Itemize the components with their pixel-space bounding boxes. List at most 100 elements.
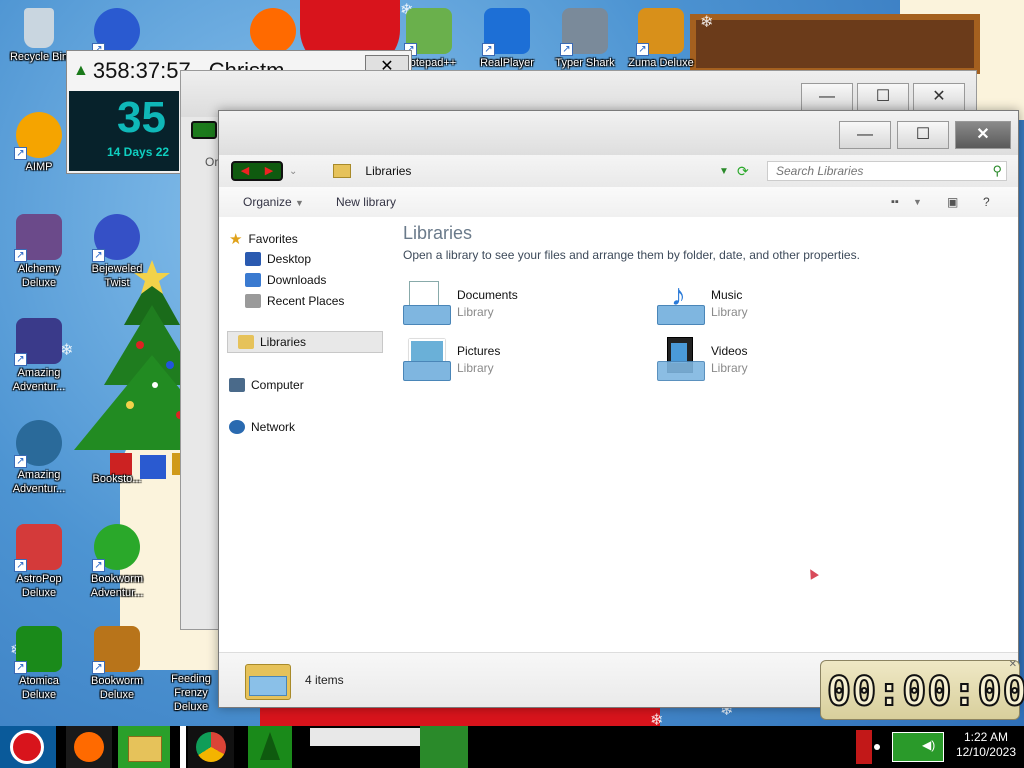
search-input[interactable] — [774, 162, 978, 180]
tree-small-icon: ▲ — [73, 62, 89, 79]
digital-clock-widget[interactable]: 00:00:00 ✕ — [820, 659, 1024, 720]
nav-desktop-label: Desktop — [267, 252, 312, 266]
desktop-icon-aimp[interactable]: ↗ AIMP — [2, 112, 76, 174]
back-window-close-button[interactable]: ✕ — [913, 83, 965, 111]
taskbar-blank-window[interactable] — [180, 726, 186, 768]
desktop-icon-label: Bookworm Adventur... — [90, 573, 144, 599]
taskbar-app-2[interactable] — [420, 726, 468, 768]
view-dropdown-icon[interactable]: ▼ — [913, 197, 922, 207]
clock-time: 1:22 AM — [963, 730, 1008, 744]
desktop-icon-firefox[interactable] — [236, 8, 310, 56]
desktop-icon-zuma[interactable]: ↗ Zuma Deluxe — [624, 8, 698, 70]
back-button[interactable]: ◀ — [233, 163, 257, 179]
clock-widget-close-icon[interactable]: ✕ — [1009, 659, 1017, 670]
nav-computer-label: Computer — [251, 378, 304, 392]
desktop-icon-realplayer[interactable]: ↗ RealPlayer — [470, 8, 544, 70]
desktop-icon-amazing-adventures-2[interactable]: ↗ Amazing Adventur... — [2, 420, 76, 496]
taskbar-chrome[interactable] — [188, 726, 234, 768]
view-options-icon[interactable]: ▪▪ — [891, 196, 899, 208]
recycle-bin-icon-image — [24, 8, 54, 48]
address-dropdown-icon[interactable]: ▼ — [719, 166, 729, 177]
countdown-big-number: 35 — [117, 93, 166, 142]
downloads-icon — [245, 273, 261, 287]
library-pictures[interactable]: Pictures Library — [403, 335, 643, 383]
nav-desktop[interactable]: Desktop — [245, 249, 311, 269]
shortcut-arrow-icon: ↗ — [92, 661, 105, 674]
library-music[interactable]: ♪ Music Library — [657, 279, 897, 327]
atomica-icon: ↗ — [14, 626, 62, 674]
search-icon[interactable]: ⚲ — [992, 163, 1002, 179]
library-kind: Library — [711, 304, 748, 319]
libraries-heading: Libraries — [403, 223, 473, 243]
preview-pane-icon[interactable]: ▣ — [947, 195, 958, 209]
desktop-icon-bookworm-adventures[interactable]: ↗ Bookworm Adventur... — [80, 524, 154, 600]
nav-recent-places-label: Recent Places — [267, 294, 345, 308]
nav-downloads-label: Downloads — [267, 273, 327, 287]
desktop-icon-bookworm[interactable]: ↗ Bookworm Deluxe — [80, 626, 154, 702]
desktop-icon-label: Recycle Bin — [9, 51, 69, 63]
back-window-nav-button[interactable] — [191, 121, 217, 139]
taskbar-christmas-app[interactable] — [248, 726, 292, 768]
desktop-icon-label: Amazing Adventur... — [12, 469, 66, 495]
explorer-titlebar[interactable]: — ☐ ✕ — [219, 111, 1018, 155]
desktop-icon-bookstore[interactable]: Booksto... — [80, 472, 154, 486]
organize-button[interactable]: Organize ▼ — [233, 195, 314, 209]
recycle-bin-icon[interactable]: Recycle Bin — [2, 8, 76, 64]
close-button[interactable]: ✕ — [955, 121, 1011, 149]
nav-recent-places[interactable]: Recent Places — [245, 291, 344, 311]
desktop-icon-label: RealPlayer — [480, 57, 534, 69]
shortcut-arrow-icon: ↗ — [560, 43, 573, 56]
back-window-minimize-button[interactable]: — — [801, 83, 853, 111]
shortcut-arrow-icon: ↗ — [92, 559, 105, 572]
explorer-body: ★ Favorites Desktop Downloads Recent Pla… — [219, 217, 1018, 653]
library-name: Videos — [711, 343, 748, 358]
refresh-icon[interactable]: ⟳ — [737, 163, 749, 180]
content-pane: Libraries Open a library to see your fil… — [387, 217, 1018, 653]
taskbar-clock[interactable]: 1:22 AM 12/10/2023 — [956, 730, 1016, 760]
maximize-button[interactable]: ☐ — [897, 121, 949, 149]
new-library-button[interactable]: New library — [326, 195, 406, 209]
library-name: Pictures — [457, 343, 501, 358]
game-icon: ↗ — [92, 8, 140, 56]
tray-red-block[interactable] — [856, 730, 872, 764]
desktop-icon-label: Amazing Adventur... — [12, 367, 66, 393]
astropop-icon: ↗ — [14, 524, 62, 572]
start-button[interactable] — [0, 726, 56, 768]
nav-buttons: ◀ ▶ — [231, 161, 283, 181]
library-videos[interactable]: Videos Library — [657, 335, 897, 383]
desktop-icon-typer-shark[interactable]: ↗ Typer Shark — [548, 8, 622, 70]
chrome-icon — [196, 732, 226, 762]
countdown-timer: 358:37:57 — [92, 58, 191, 83]
help-button[interactable]: ? — [983, 195, 990, 209]
nav-network[interactable]: Network — [229, 417, 295, 437]
desktop-icon-atomica[interactable]: ↗ Atomica Deluxe — [2, 626, 76, 702]
desktop-icon-bejeweled[interactable]: ↗ Bejeweled Twist — [80, 214, 154, 290]
desktop-icon-alchemy[interactable]: ↗ Alchemy Deluxe — [2, 214, 76, 290]
library-documents[interactable]: Documents Library — [403, 279, 643, 327]
nav-libraries[interactable]: Libraries — [227, 331, 383, 353]
search-box[interactable]: ⚲ — [767, 161, 1007, 181]
clock-date: 12/10/2023 — [955, 745, 1016, 759]
nav-downloads[interactable]: Downloads — [245, 270, 326, 290]
desktop-icon-amazing-adventures[interactable]: ↗ Amazing Adventur... — [2, 318, 76, 394]
desktop-icon-label: Atomica Deluxe — [19, 675, 59, 701]
taskbar-explorer[interactable] — [118, 726, 170, 768]
nav-computer[interactable]: Computer — [229, 375, 304, 395]
desktop-icon-feeding-frenzy[interactable]: Feeding Frenzy Deluxe — [158, 672, 224, 714]
minimize-button[interactable]: — — [839, 121, 891, 149]
computer-icon — [229, 378, 245, 392]
recent-pages-dropdown-icon[interactable]: ⌄ — [289, 166, 297, 177]
breadcrumb-libraries[interactable]: Libraries — [365, 164, 411, 178]
tray-network-icon[interactable] — [892, 732, 944, 762]
explorer-window[interactable]: — ☐ ✕ ◀ ▶ ⌄ Libraries ▼ ⟳ ⚲ Organize ▼ N… — [218, 110, 1019, 708]
desktop-icon-astropop[interactable]: ↗ AstroPop Deluxe — [2, 524, 76, 600]
taskbar-firefox[interactable] — [66, 726, 112, 768]
libraries-subheading: Open a library to see your files and arr… — [403, 248, 860, 262]
desktop-icon-zuma-like[interactable]: ↗ — [80, 8, 154, 56]
organize-label: Organize — [243, 195, 292, 209]
libraries-icon — [238, 335, 254, 349]
tray-volume-icon[interactable]: ◀) — [922, 738, 935, 752]
forward-button[interactable]: ▶ — [257, 163, 281, 179]
back-window-maximize-button[interactable]: ☐ — [857, 83, 909, 111]
nav-favorites[interactable]: ★ Favorites — [229, 229, 298, 249]
